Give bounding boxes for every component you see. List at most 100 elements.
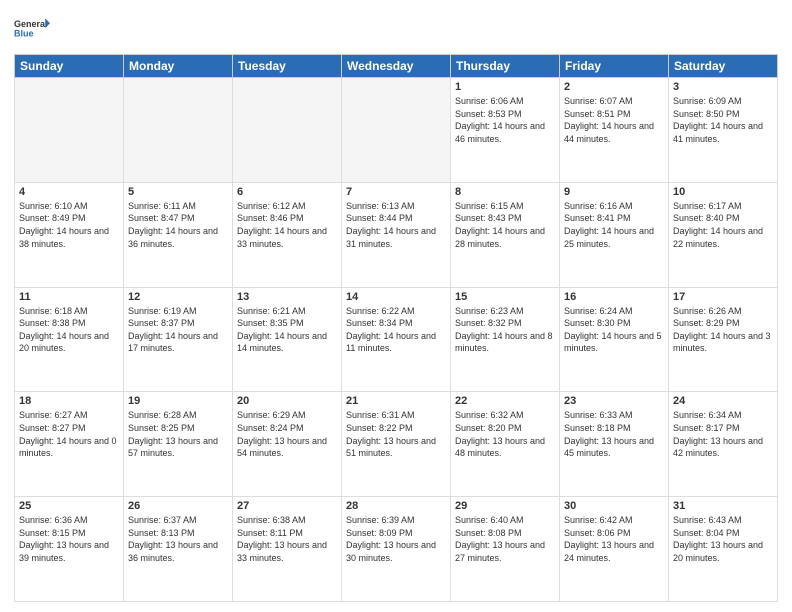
day-number: 8 xyxy=(455,186,555,198)
day-info: Sunrise: 6:37 AMSunset: 8:13 PMDaylight:… xyxy=(128,514,228,564)
day-info: Sunrise: 6:22 AMSunset: 8:34 PMDaylight:… xyxy=(346,305,446,355)
day-info: Sunrise: 6:39 AMSunset: 8:09 PMDaylight:… xyxy=(346,514,446,564)
calendar-body: 1Sunrise: 6:06 AMSunset: 8:53 PMDaylight… xyxy=(15,78,778,602)
day-cell: 31 Sunrise: 6:43 AMSunset: 8:04 PMDayligh… xyxy=(669,497,778,602)
weekday-tuesday: Tuesday xyxy=(233,55,342,78)
day-number: 17 xyxy=(673,291,773,303)
day-number: 21 xyxy=(346,395,446,407)
day-info: Sunrise: 6:43 AMSunset: 8:04 PMDaylight:… xyxy=(673,514,773,564)
day-cell: 8 Sunrise: 6:15 AMSunset: 8:43 PMDaylight… xyxy=(451,182,560,287)
svg-text:General: General xyxy=(14,19,48,29)
week-row-2: 4 Sunrise: 6:10 AMSunset: 8:49 PMDaylight… xyxy=(15,182,778,287)
day-info: Sunrise: 6:07 AMSunset: 8:51 PMDaylight:… xyxy=(564,95,664,145)
day-number: 19 xyxy=(128,395,228,407)
calendar: SundayMondayTuesdayWednesdayThursdayFrid… xyxy=(14,54,778,602)
day-number: 27 xyxy=(237,500,337,512)
weekday-monday: Monday xyxy=(124,55,233,78)
day-cell: 11Sunrise: 6:18 AMSunset: 8:38 PMDayligh… xyxy=(15,287,124,392)
day-cell: 5Sunrise: 6:11 AMSunset: 8:47 PMDaylight… xyxy=(124,182,233,287)
day-number: 22 xyxy=(455,395,555,407)
logo-svg: General Blue xyxy=(14,10,50,46)
day-info: Sunrise: 6:17 AMSunset: 8:40 PMDaylight:… xyxy=(673,200,773,250)
day-number: 25 xyxy=(19,500,119,512)
day-cell: 26 Sunrise: 6:37 AMSunset: 8:13 PMDayligh… xyxy=(124,497,233,602)
weekday-wednesday: Wednesday xyxy=(342,55,451,78)
day-cell: 27 Sunrise: 6:38 AMSunset: 8:11 PMDayligh… xyxy=(233,497,342,602)
day-number: 31 xyxy=(673,500,773,512)
day-info: Sunrise: 6:13 AMSunset: 8:44 PMDaylight:… xyxy=(346,200,446,250)
day-number: 14 xyxy=(346,291,446,303)
day-number: 13 xyxy=(237,291,337,303)
day-number: 16 xyxy=(564,291,664,303)
day-cell: 28 Sunrise: 6:39 AMSunset: 8:09 PMDayligh… xyxy=(342,497,451,602)
day-info: Sunrise: 6:34 AMSunset: 8:17 PMDaylight:… xyxy=(673,409,773,459)
day-number: 28 xyxy=(346,500,446,512)
week-row-5: 25 Sunrise: 6:36 AMSunset: 8:15 PMDayligh… xyxy=(15,497,778,602)
day-number: 4 xyxy=(19,186,119,198)
day-number: 6 xyxy=(237,186,337,198)
day-cell: 15Sunrise: 6:23 AMSunset: 8:32 PMDayligh… xyxy=(451,287,560,392)
weekday-thursday: Thursday xyxy=(451,55,560,78)
day-number: 7 xyxy=(346,186,446,198)
day-info: Sunrise: 6:24 AMSunset: 8:30 PMDaylight:… xyxy=(564,305,664,355)
day-number: 30 xyxy=(564,500,664,512)
day-info: Sunrise: 6:09 AMSunset: 8:50 PMDaylight:… xyxy=(673,95,773,145)
day-info: Sunrise: 6:38 AMSunset: 8:11 PMDaylight:… xyxy=(237,514,337,564)
day-cell: 20 Sunrise: 6:29 AMSunset: 8:24 PMDayligh… xyxy=(233,392,342,497)
day-cell: 7 Sunrise: 6:13 AMSunset: 8:44 PMDaylight… xyxy=(342,182,451,287)
day-number: 29 xyxy=(455,500,555,512)
weekday-friday: Friday xyxy=(560,55,669,78)
day-cell: 24Sunrise: 6:34 AMSunset: 8:17 PMDayligh… xyxy=(669,392,778,497)
day-cell: 4 Sunrise: 6:10 AMSunset: 8:49 PMDaylight… xyxy=(15,182,124,287)
day-cell: 30 Sunrise: 6:42 AMSunset: 8:06 PMDayligh… xyxy=(560,497,669,602)
day-cell: 16 Sunrise: 6:24 AMSunset: 8:30 PMDayligh… xyxy=(560,287,669,392)
day-number: 15 xyxy=(455,291,555,303)
day-info: Sunrise: 6:31 AMSunset: 8:22 PMDaylight:… xyxy=(346,409,446,459)
day-cell: 19Sunrise: 6:28 AMSunset: 8:25 PMDayligh… xyxy=(124,392,233,497)
day-cell: 6Sunrise: 6:12 AMSunset: 8:46 PMDaylight… xyxy=(233,182,342,287)
day-info: Sunrise: 6:15 AMSunset: 8:43 PMDaylight:… xyxy=(455,200,555,250)
day-info: Sunrise: 6:32 AMSunset: 8:20 PMDaylight:… xyxy=(455,409,555,459)
day-info: Sunrise: 6:42 AMSunset: 8:06 PMDaylight:… xyxy=(564,514,664,564)
day-cell: 18 Sunrise: 6:27 AMSunset: 8:27 PMDayligh… xyxy=(15,392,124,497)
week-row-4: 18 Sunrise: 6:27 AMSunset: 8:27 PMDayligh… xyxy=(15,392,778,497)
logo: General Blue xyxy=(14,10,50,46)
day-cell: 12 Sunrise: 6:19 AMSunset: 8:37 PMDayligh… xyxy=(124,287,233,392)
day-cell: 14 Sunrise: 6:22 AMSunset: 8:34 PMDayligh… xyxy=(342,287,451,392)
day-cell: 10 Sunrise: 6:17 AMSunset: 8:40 PMDayligh… xyxy=(669,182,778,287)
day-info: Sunrise: 6:27 AMSunset: 8:27 PMDaylight:… xyxy=(19,409,119,459)
day-cell: 9Sunrise: 6:16 AMSunset: 8:41 PMDaylight… xyxy=(560,182,669,287)
day-number: 2 xyxy=(564,81,664,93)
day-cell: 13Sunrise: 6:21 AMSunset: 8:35 PMDayligh… xyxy=(233,287,342,392)
week-row-3: 11Sunrise: 6:18 AMSunset: 8:38 PMDayligh… xyxy=(15,287,778,392)
day-cell: 23 Sunrise: 6:33 AMSunset: 8:18 PMDayligh… xyxy=(560,392,669,497)
day-number: 12 xyxy=(128,291,228,303)
day-number: 20 xyxy=(237,395,337,407)
day-info: Sunrise: 6:33 AMSunset: 8:18 PMDaylight:… xyxy=(564,409,664,459)
day-cell: 1Sunrise: 6:06 AMSunset: 8:53 PMDaylight… xyxy=(451,78,560,183)
svg-text:Blue: Blue xyxy=(14,28,34,38)
calendar-table: SundayMondayTuesdayWednesdayThursdayFrid… xyxy=(14,54,778,602)
weekday-saturday: Saturday xyxy=(669,55,778,78)
day-number: 18 xyxy=(19,395,119,407)
day-cell xyxy=(342,78,451,183)
day-number: 23 xyxy=(564,395,664,407)
header: General Blue xyxy=(14,10,778,46)
day-info: Sunrise: 6:40 AMSunset: 8:08 PMDaylight:… xyxy=(455,514,555,564)
day-number: 3 xyxy=(673,81,773,93)
day-info: Sunrise: 6:11 AMSunset: 8:47 PMDaylight:… xyxy=(128,200,228,250)
day-number: 11 xyxy=(19,291,119,303)
day-cell: 22 Sunrise: 6:32 AMSunset: 8:20 PMDayligh… xyxy=(451,392,560,497)
day-cell: 17 Sunrise: 6:26 AMSunset: 8:29 PMDayligh… xyxy=(669,287,778,392)
day-info: Sunrise: 6:36 AMSunset: 8:15 PMDaylight:… xyxy=(19,514,119,564)
day-info: Sunrise: 6:19 AMSunset: 8:37 PMDaylight:… xyxy=(128,305,228,355)
day-info: Sunrise: 6:06 AMSunset: 8:53 PMDaylight:… xyxy=(455,95,555,145)
day-number: 26 xyxy=(128,500,228,512)
day-number: 9 xyxy=(564,186,664,198)
day-info: Sunrise: 6:26 AMSunset: 8:29 PMDaylight:… xyxy=(673,305,773,355)
day-info: Sunrise: 6:10 AMSunset: 8:49 PMDaylight:… xyxy=(19,200,119,250)
day-info: Sunrise: 6:29 AMSunset: 8:24 PMDaylight:… xyxy=(237,409,337,459)
week-row-1: 1Sunrise: 6:06 AMSunset: 8:53 PMDaylight… xyxy=(15,78,778,183)
day-cell: 3 Sunrise: 6:09 AMSunset: 8:50 PMDaylight… xyxy=(669,78,778,183)
day-number: 10 xyxy=(673,186,773,198)
